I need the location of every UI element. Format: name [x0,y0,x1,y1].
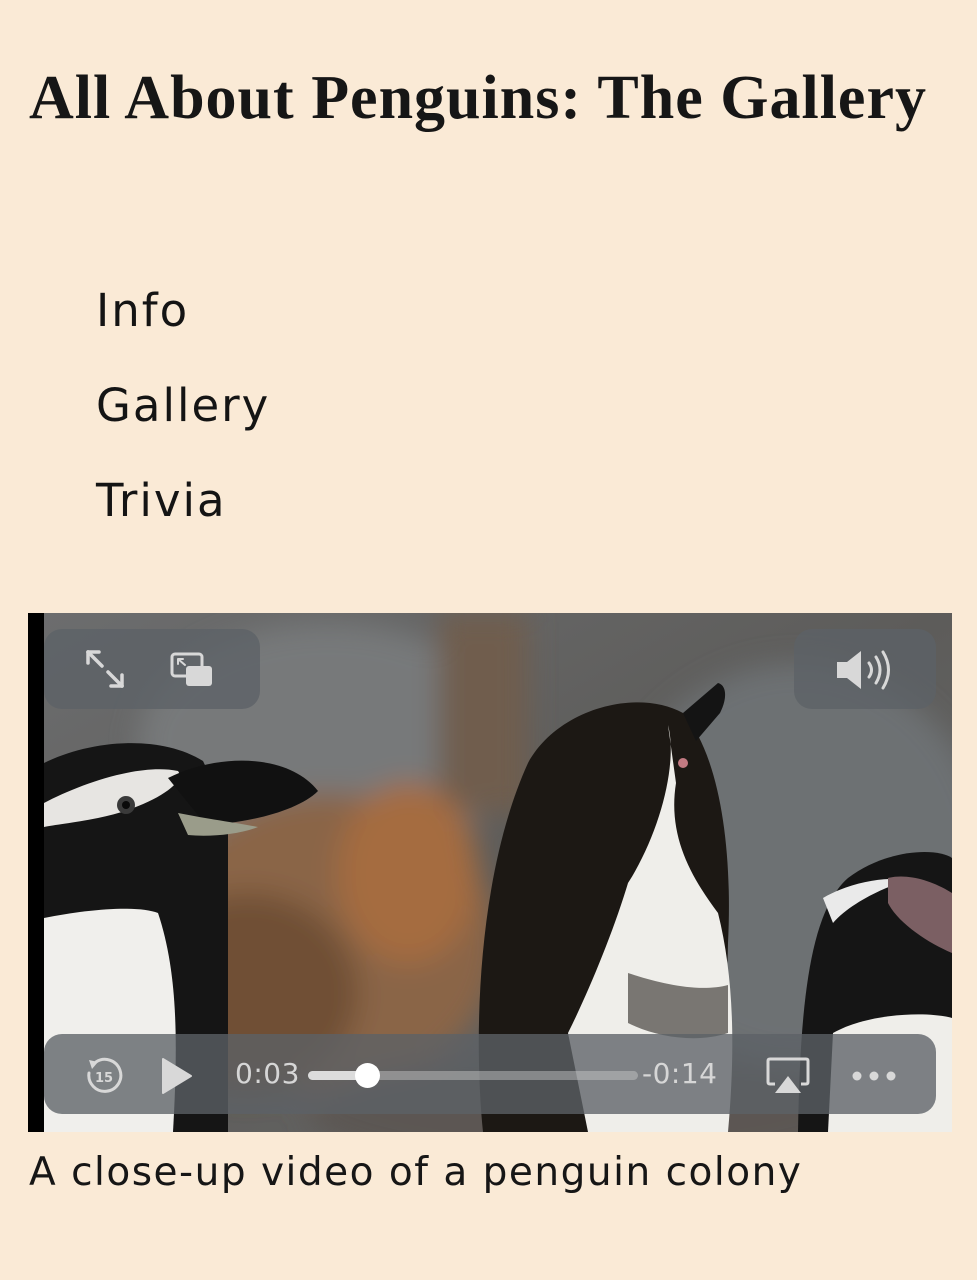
nav-link-gallery[interactable]: Gallery [96,379,270,432]
video-caption: A close-up video of a penguin colony [29,1150,803,1195]
current-time: 0:03 [235,1057,300,1090]
airplay-icon [766,1057,810,1093]
more-dots-icon [852,1071,896,1081]
nav-item-info: Info [96,284,270,379]
airplay-button[interactable] [765,1056,811,1096]
video-player[interactable]: 15 0:03 -0:14 [28,613,952,1132]
skip-back-button[interactable]: 15 [84,1056,124,1096]
play-icon [162,1058,192,1094]
page-nav: Info Gallery Trivia [96,284,270,569]
expand-arrows-icon [86,650,124,688]
volume-button[interactable] [833,648,899,692]
picture-in-picture-button[interactable] [168,650,216,690]
play-button[interactable] [158,1056,196,1096]
page-title: All About Penguins: The Gallery [29,64,927,132]
video-scrubber[interactable] [308,1063,638,1088]
more-options-button[interactable] [850,1066,898,1086]
nav-item-gallery: Gallery [96,379,270,474]
skip-back-seconds: 15 [95,1071,113,1086]
video-top-left-controls [44,629,260,709]
nav-link-info[interactable]: Info [96,284,189,337]
fullscreen-button[interactable] [82,648,130,692]
skip-back-15-icon: 15 [87,1057,123,1093]
remaining-time: -0:14 [642,1057,718,1090]
nav-link-trivia[interactable]: Trivia [96,474,227,527]
speaker-volume-icon [837,650,890,690]
nav-item-trivia: Trivia [96,474,270,569]
picture-in-picture-icon [170,652,212,686]
